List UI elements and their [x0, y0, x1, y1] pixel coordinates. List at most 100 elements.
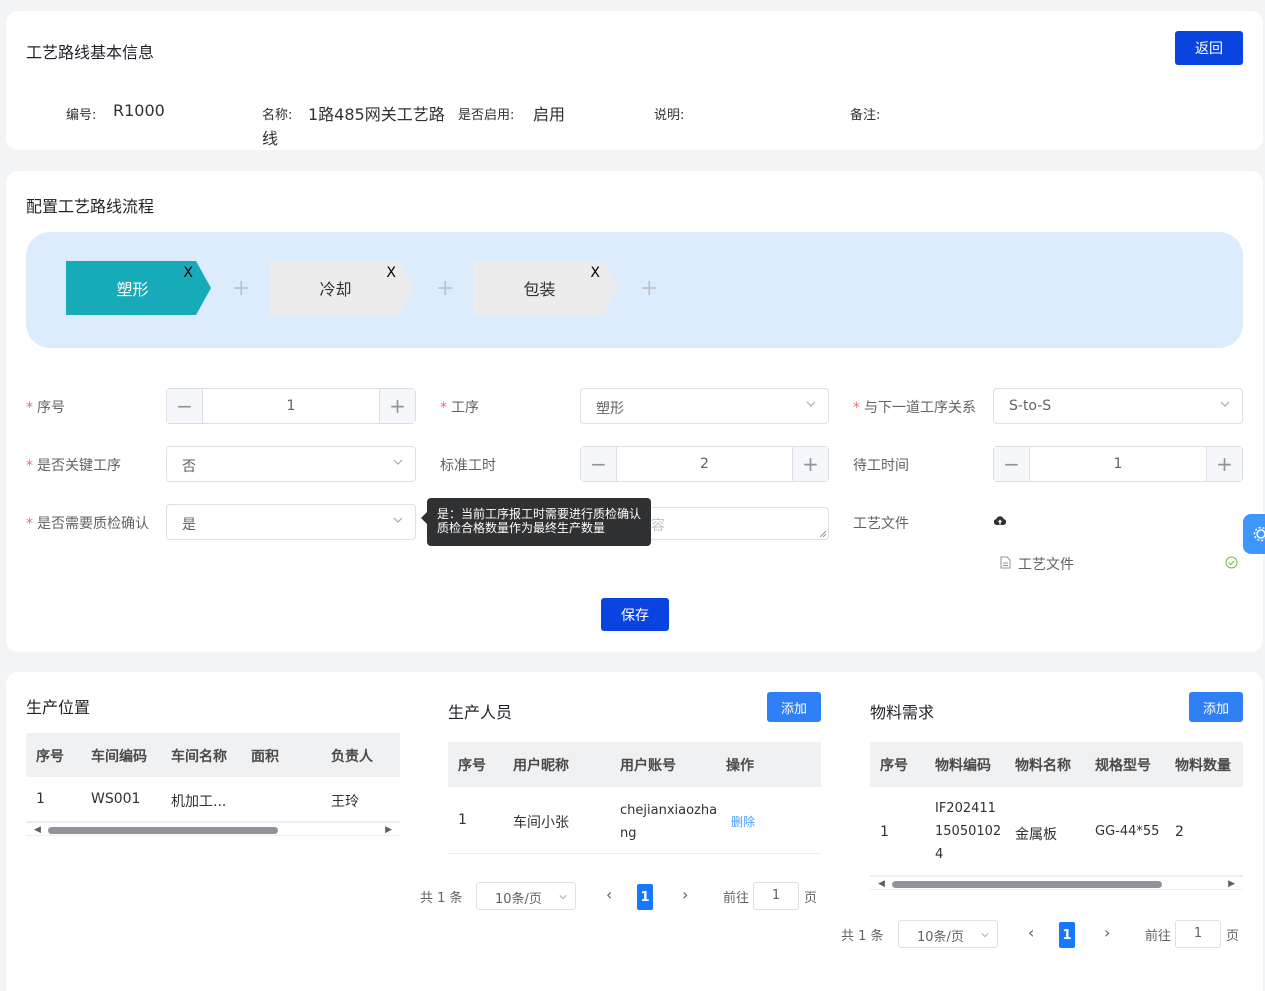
- chevron-down-icon: [1220, 401, 1230, 407]
- cell-owner: 王玲: [331, 794, 359, 810]
- col-header: 物料名称: [1015, 758, 1071, 774]
- relation-select[interactable]: S-to-S: [993, 388, 1243, 424]
- close-icon[interactable]: X: [183, 265, 193, 281]
- file-link[interactable]: 工艺文件: [1018, 554, 1074, 574]
- std-time-value: 2: [700, 456, 709, 472]
- prev-page-icon[interactable]: ‹: [1028, 923, 1034, 942]
- scroll-thumb[interactable]: [48, 827, 278, 834]
- back-button[interactable]: 返回: [1175, 31, 1243, 65]
- next-page-icon[interactable]: ›: [682, 885, 688, 904]
- plus-icon[interactable]: +: [379, 389, 415, 423]
- wait-time-stepper[interactable]: − 1 +: [993, 446, 1243, 482]
- col-header: 物料编码: [935, 758, 991, 774]
- add-step-icon[interactable]: +: [232, 276, 250, 301]
- scroll-left-icon[interactable]: ◀: [34, 825, 41, 835]
- save-button[interactable]: 保存: [601, 598, 669, 631]
- cell-seq: 1: [36, 791, 45, 807]
- add-step-icon[interactable]: +: [436, 276, 454, 301]
- cell-account: chejianxiaozha ng: [620, 799, 717, 845]
- scroll-left-icon[interactable]: ◀: [878, 879, 885, 889]
- chevron-down-icon: [393, 459, 403, 465]
- wait-time-label: 待工时间: [853, 458, 909, 474]
- plus-icon[interactable]: +: [792, 447, 828, 481]
- scroll-right-icon[interactable]: ▶: [1228, 879, 1235, 889]
- remark-label: 备注:: [850, 108, 881, 123]
- qc-label: * 是否需要质检确认: [26, 516, 149, 532]
- close-icon[interactable]: X: [386, 265, 396, 281]
- add-step-icon[interactable]: +: [640, 276, 658, 301]
- next-page-icon[interactable]: ›: [1104, 923, 1110, 942]
- std-time-stepper[interactable]: − 2 +: [580, 446, 829, 482]
- goto-page-input[interactable]: 1: [1175, 920, 1221, 948]
- resize-handle-icon[interactable]: [819, 530, 826, 537]
- qc-select[interactable]: 是: [166, 504, 416, 540]
- close-icon[interactable]: X: [590, 265, 600, 281]
- table-row[interactable]: 1 IF202411 15050102 4 金属板 GG-44*55 2: [870, 787, 1243, 876]
- minus-icon[interactable]: −: [581, 447, 617, 481]
- desc-label: 说明:: [654, 108, 685, 123]
- delete-link[interactable]: 删除: [731, 813, 755, 830]
- flow-area: 塑形 X + 冷却 X + 包装 X +: [26, 232, 1243, 348]
- flow-config-card: 配置工艺路线流程 塑形 X + 冷却 X + 包装 X + * 序号 − 1 + …: [6, 171, 1263, 652]
- process-label: * 工序: [440, 400, 479, 416]
- table-row[interactable]: 1 车间小张 chejianxiaozha ng 删除: [448, 787, 821, 854]
- staff-title: 生产人员: [448, 703, 513, 722]
- page-size-select[interactable]: 10条/页: [476, 882, 576, 910]
- page-size-value: 10条/页: [917, 930, 964, 945]
- goto-label: 前往: [1145, 929, 1172, 944]
- scroll-thumb[interactable]: [892, 881, 1162, 888]
- col-header: 序号: [880, 758, 908, 774]
- cell-spec: GG-44*55: [1095, 824, 1160, 839]
- minus-icon[interactable]: −: [994, 447, 1030, 481]
- location-title: 生产位置: [26, 698, 91, 717]
- cell-code: WS001: [91, 791, 141, 807]
- flow-step-1[interactable]: 塑形 X: [66, 261, 211, 315]
- col-header: 物料数量: [1175, 758, 1231, 774]
- col-header: 负责人: [331, 749, 373, 765]
- chevron-down-icon: [559, 895, 567, 900]
- cell-code-line2: 15050102: [935, 824, 1002, 839]
- settings-side-tab[interactable]: [1243, 514, 1265, 554]
- horizontal-scrollbar[interactable]: ◀ ▶: [26, 822, 400, 836]
- name-value-line2: 线: [262, 129, 279, 148]
- process-select[interactable]: 塑形: [580, 388, 829, 424]
- std-time-label: 标准工时: [440, 458, 496, 474]
- page-size-value: 10条/页: [495, 892, 542, 907]
- enabled-label: 是否启用:: [458, 108, 515, 123]
- prev-page-icon[interactable]: ‹: [606, 885, 612, 904]
- file-label: 工艺文件: [853, 516, 909, 532]
- total-count: 共 1 条: [841, 929, 884, 944]
- name-value-line1: 1路485网关工艺路: [308, 105, 445, 124]
- add-material-button[interactable]: 添加: [1189, 692, 1243, 722]
- material-pagination: 共 1 条 10条/页 ‹ 1 › 前往 1 页: [841, 920, 1251, 948]
- flow-step-3[interactable]: 包装 X: [473, 261, 618, 315]
- chevron-down-icon: [806, 401, 816, 407]
- qc-tooltip: 是：当前工序报工时需要进行质检确认 质检合格数量作为最终生产数量: [421, 498, 651, 546]
- col-header: 操作: [726, 758, 754, 774]
- key-process-select[interactable]: 否: [166, 446, 416, 482]
- page-1-button[interactable]: 1: [1059, 922, 1075, 948]
- cell-qty: 2: [1175, 824, 1184, 840]
- scroll-right-icon[interactable]: ▶: [385, 825, 392, 835]
- page-unit: 页: [1226, 929, 1240, 944]
- add-staff-button[interactable]: 添加: [767, 692, 821, 722]
- horizontal-scrollbar[interactable]: ◀ ▶: [870, 876, 1243, 890]
- page-size-select[interactable]: 10条/页: [898, 920, 998, 948]
- flow-step-label: 冷却: [319, 280, 352, 299]
- process-value: 塑形: [596, 401, 624, 417]
- table-row[interactable]: 1 WS001 机加工... 王玲: [26, 777, 400, 822]
- material-title: 物料需求: [870, 703, 935, 722]
- flow-step-2[interactable]: 冷却 X: [269, 261, 414, 315]
- seq-stepper[interactable]: − 1 +: [166, 388, 416, 424]
- plus-icon[interactable]: +: [1206, 447, 1242, 481]
- page-1-button[interactable]: 1: [637, 884, 653, 910]
- check-circle-icon: [1225, 556, 1238, 569]
- upload-cloud-icon[interactable]: [993, 515, 1007, 527]
- wait-time-value: 1: [1113, 456, 1123, 472]
- total-count: 共 1 条: [420, 891, 463, 906]
- minus-icon[interactable]: −: [167, 389, 203, 423]
- remark-placeholder: 容: [651, 518, 665, 534]
- goto-page-input[interactable]: 1: [753, 882, 799, 910]
- seq-value: 1: [286, 398, 296, 414]
- cell-material-name: 金属板: [1015, 827, 1057, 843]
